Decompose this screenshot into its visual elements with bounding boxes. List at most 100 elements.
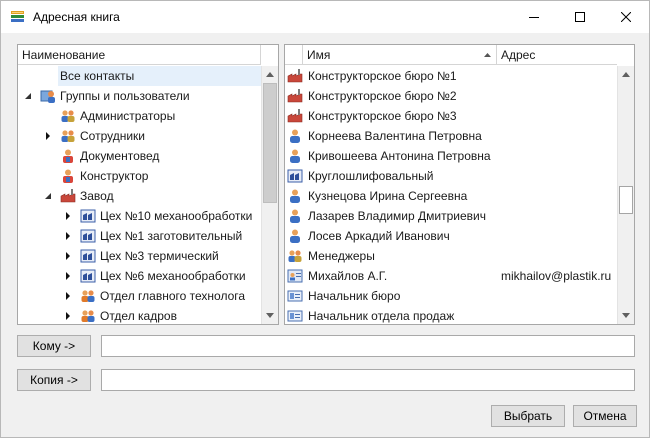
contact-name: Конструкторское бюро №1 [308, 69, 457, 83]
collapsed-arrow-icon[interactable] [64, 292, 72, 300]
tree-header: Наименование [18, 45, 278, 65]
contact-card-icon [287, 269, 303, 283]
tree-item[interactable]: Цех №6 механообработки [18, 266, 261, 286]
position-icon [287, 290, 303, 302]
contact-name: Лазарев Владимир Дмитриевич [308, 209, 486, 223]
contact-row[interactable]: Лазарев Владимир Дмитриевич [285, 206, 618, 226]
tree-item-label: Цех №1 заготовительный [100, 229, 243, 243]
contacts-scrollbar[interactable] [617, 66, 634, 324]
select-button[interactable]: Выбрать [491, 405, 565, 427]
column-header-name[interactable]: Имя [303, 45, 497, 65]
tree-item-label: Все контакты [60, 69, 135, 83]
scroll-down-icon [622, 313, 630, 318]
tree-item[interactable]: Сотрудники [18, 126, 261, 146]
contact-name: Кривошеева Антонина Петровна [308, 149, 491, 163]
minimize-icon [529, 17, 539, 18]
workshop-icon [80, 269, 96, 283]
expanded-arrow-icon[interactable] [44, 192, 52, 200]
tree-item-label: Цех №6 механообработки [100, 269, 246, 283]
workshop-icon [80, 229, 96, 243]
tree-item-label: Завод [80, 189, 114, 203]
tree-rows: Все контакты Группы и пользователи Админис… [18, 66, 261, 324]
tree-item[interactable]: Все контакты [18, 66, 261, 86]
tree-item[interactable]: Цех №10 механообработки [18, 206, 261, 226]
scroll-thumb[interactable] [619, 186, 633, 214]
contact-row[interactable]: Лосев Аркадий Иванович [285, 226, 618, 246]
contact-name: Круглошлифовальный [308, 169, 434, 183]
cancel-button[interactable]: Отмена [573, 405, 637, 427]
tree-item[interactable]: Конструктор [18, 166, 261, 186]
tree-item-label: Конструктор [80, 169, 149, 183]
window-title: Адресная книга [33, 10, 120, 24]
to-button[interactable]: Кому -> [17, 335, 91, 357]
group-icon [61, 130, 75, 142]
tree-item-label: Группы и пользователи [60, 89, 190, 103]
tree-item[interactable]: Отдел кадров [18, 306, 261, 324]
column-header-address[interactable]: Адрес [497, 45, 618, 65]
tree-item[interactable]: Цех №3 термический [18, 246, 261, 266]
contact-row[interactable]: Начальник отдела продаж [285, 306, 618, 324]
close-icon [621, 12, 631, 22]
contact-name: Кузнецова Ирина Сергеевна [308, 189, 468, 203]
scroll-up-button[interactable] [618, 66, 634, 83]
bureau-icon [287, 69, 303, 83]
collapsed-arrow-icon[interactable] [64, 272, 72, 280]
groups-users-icon [40, 90, 55, 103]
person-icon [290, 209, 300, 223]
maximize-button[interactable] [557, 1, 603, 33]
minimize-button[interactable] [511, 1, 557, 33]
contact-row[interactable]: Кузнецова Ирина Сергеевна [285, 186, 618, 206]
contact-row[interactable]: Михайлов А.Г. mikhailov@plastik.ru [285, 266, 618, 286]
collapsed-arrow-icon[interactable] [64, 232, 72, 240]
contact-name: Конструкторское бюро №3 [308, 109, 457, 123]
column-header-name[interactable]: Наименование [18, 45, 261, 65]
department-icon [81, 310, 95, 322]
column-name-label: Имя [307, 48, 331, 62]
contact-row[interactable]: Начальник бюро [285, 286, 618, 306]
tree-item[interactable]: Администраторы [18, 106, 261, 126]
tree-item-label: Отдел главного технолога [100, 289, 246, 303]
tree-item-label: Администраторы [80, 109, 176, 123]
cc-button[interactable]: Копия -> [17, 369, 91, 391]
user-role-icon [63, 169, 73, 183]
contact-row[interactable]: Конструкторское бюро №2 [285, 86, 618, 106]
collapsed-arrow-icon[interactable] [64, 252, 72, 260]
expanded-arrow-icon[interactable] [24, 92, 32, 100]
scroll-down-button[interactable] [618, 307, 634, 324]
sort-ascending-icon [484, 53, 491, 57]
scroll-up-button[interactable] [262, 66, 278, 83]
tree-item-label: Цех №3 термический [100, 249, 219, 263]
tree-item[interactable]: Цех №1 заготовительный [18, 226, 261, 246]
contact-row[interactable]: Корнеева Валентина Петровна [285, 126, 618, 146]
to-field[interactable] [101, 335, 635, 357]
close-button[interactable] [603, 1, 649, 33]
tree-item[interactable]: Документовед [18, 146, 261, 166]
collapsed-arrow-icon[interactable] [64, 212, 72, 220]
contact-row[interactable]: Конструкторское бюро №1 [285, 66, 618, 86]
column-header-icon [285, 45, 303, 65]
group-icon [288, 250, 302, 262]
address-book-app-icon [11, 11, 24, 22]
scroll-thumb[interactable] [263, 83, 277, 203]
contact-rows: Конструкторское бюро №1 Конструкторское б… [285, 66, 618, 324]
tree-item[interactable]: Отдел главного технолога [18, 286, 261, 306]
contact-name: Начальник бюро [308, 289, 401, 303]
contact-name: Лосев Аркадий Иванович [308, 229, 450, 243]
tree-item[interactable]: Завод [18, 186, 261, 206]
cc-field[interactable] [101, 369, 635, 391]
person-icon [290, 149, 300, 163]
scroll-down-button[interactable] [262, 307, 278, 324]
tree-item[interactable]: Группы и пользователи [18, 86, 261, 106]
contact-row[interactable]: Менеджеры [285, 246, 618, 266]
maximize-icon [575, 12, 585, 22]
contact-row[interactable]: Круглошлифовальный [285, 166, 618, 186]
collapsed-arrow-icon[interactable] [64, 312, 72, 320]
tree-scrollbar[interactable] [261, 66, 278, 324]
contact-row[interactable]: Кривошеева Антонина Петровна [285, 146, 618, 166]
scroll-up-icon [266, 72, 274, 77]
tree-item-label: Отдел кадров [100, 309, 177, 323]
collapsed-arrow-icon[interactable] [44, 132, 52, 140]
contacts-header: Имя Адрес [285, 45, 634, 65]
contact-row[interactable]: Конструкторское бюро №3 [285, 106, 618, 126]
tree-item-label: Документовед [80, 149, 160, 163]
